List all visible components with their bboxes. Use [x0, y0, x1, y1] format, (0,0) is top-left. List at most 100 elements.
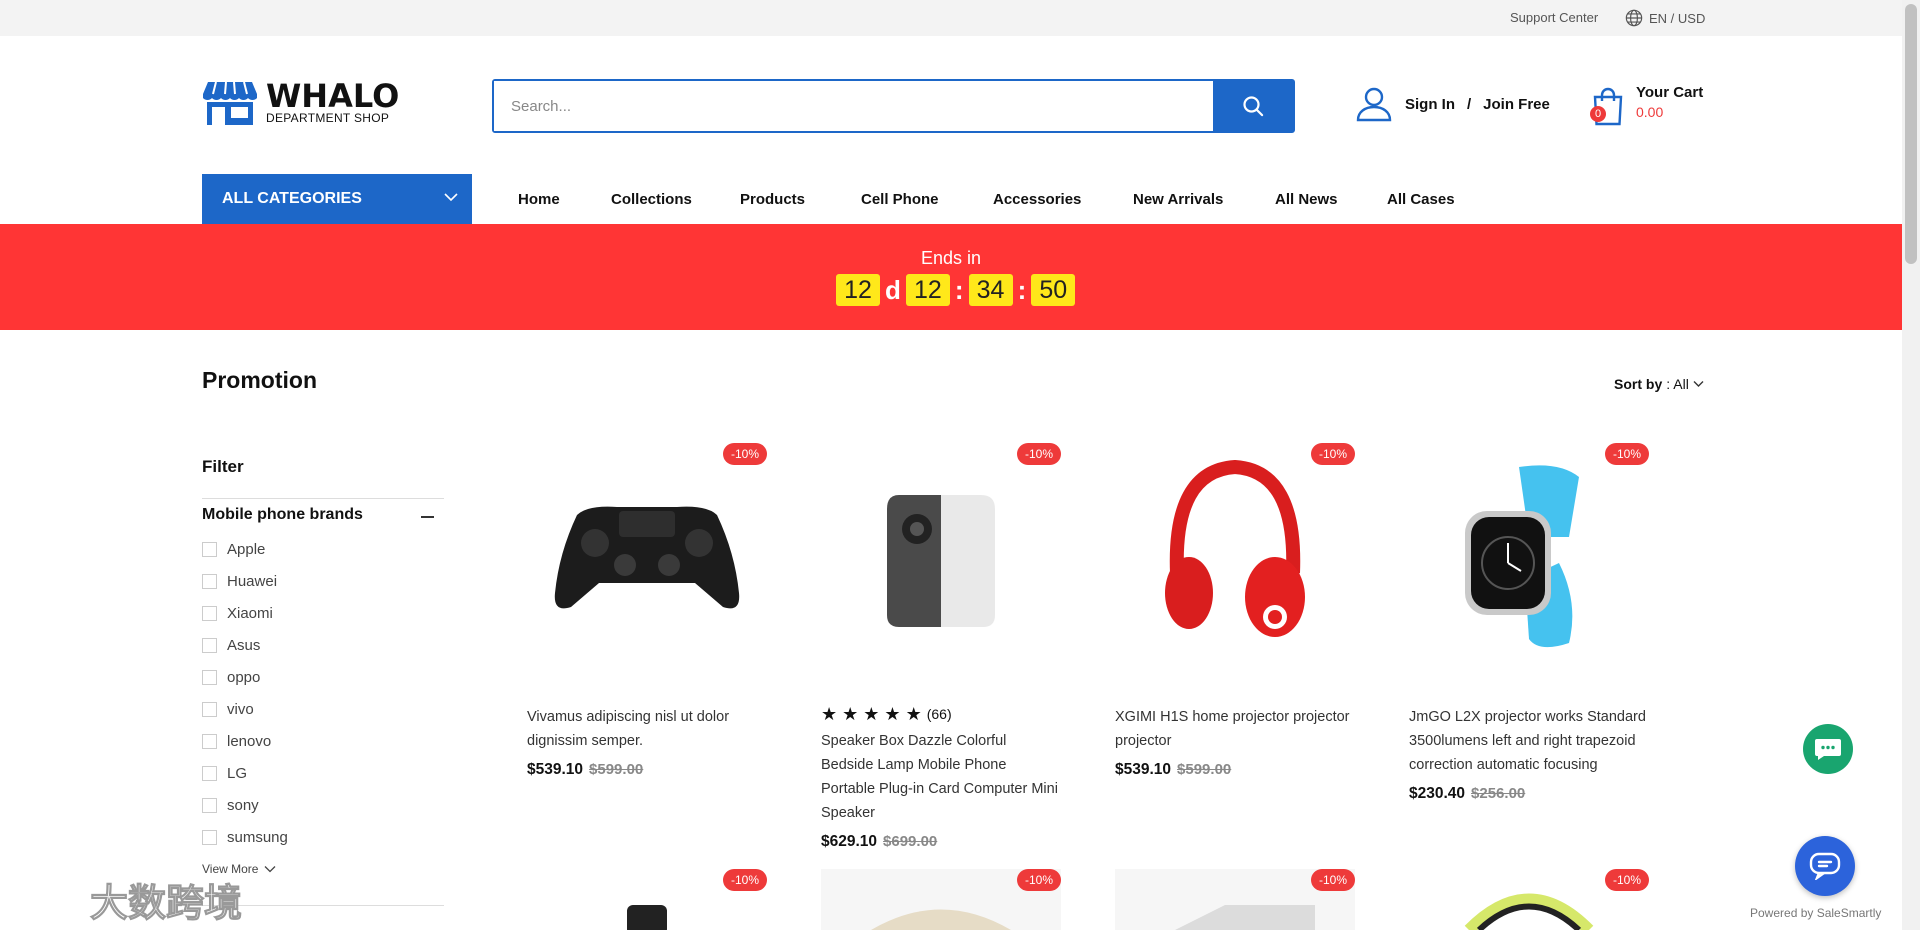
page-scrollbar[interactable] — [1902, 0, 1920, 930]
chevron-down-icon — [444, 193, 458, 202]
product-title[interactable]: JmGO L2X projector works Standard 3500lu… — [1409, 705, 1649, 777]
message-icon — [1809, 852, 1841, 880]
filter-option-asus[interactable]: Asus — [202, 637, 260, 654]
discount-badge: -10% — [1310, 869, 1355, 891]
countdown-seconds: 50 — [1031, 274, 1076, 306]
product-title[interactable]: Speaker Box Dazzle Colorful Bedside Lamp… — [821, 729, 1061, 825]
product-card[interactable]: -10% Vivamus adipiscing nisl ut dolor di… — [527, 443, 767, 779]
join-free-link[interactable]: Join Free — [1483, 96, 1550, 113]
countdown-minutes: 34 — [968, 274, 1013, 306]
checkbox[interactable] — [202, 702, 217, 717]
all-categories-button[interactable]: ALL CATEGORIES — [202, 174, 472, 224]
product-image[interactable]: -10% — [1115, 443, 1355, 693]
live-chat-button[interactable] — [1795, 836, 1855, 896]
nav-new-arrivals[interactable]: New Arrivals — [1133, 191, 1223, 208]
filter-option-lg[interactable]: LG — [202, 765, 247, 782]
filter-option-xiaomi[interactable]: Xiaomi — [202, 605, 273, 622]
filter-option-sumsung[interactable]: sumsung — [202, 829, 288, 846]
product-price: $230.40 $256.00 — [1409, 785, 1649, 803]
checkbox[interactable] — [202, 542, 217, 557]
filter-option-apple[interactable]: Apple — [202, 541, 265, 558]
product-card[interactable]: -10% ★ ★ ★ ★ ★ (66) Speaker Box Dazzle C… — [821, 443, 1061, 851]
site-logo[interactable]: WHALO DEPARTMENT SHOP — [202, 80, 399, 126]
checkbox[interactable] — [202, 670, 217, 685]
product-image[interactable]: -10% — [821, 869, 1061, 930]
nav-accessories[interactable]: Accessories — [993, 191, 1081, 208]
discount-badge: -10% — [1016, 869, 1061, 891]
product-image[interactable]: -10% — [1409, 443, 1649, 693]
discount-badge: -10% — [1310, 443, 1355, 465]
nav-all-news[interactable]: All News — [1275, 191, 1338, 208]
chat-button[interactable] — [1803, 724, 1853, 774]
scrollbar-thumb[interactable] — [1905, 4, 1917, 264]
filter-group-header[interactable]: Mobile phone brands — [202, 506, 442, 524]
product-card[interactable]: -10% — [1115, 869, 1355, 930]
discount-badge: -10% — [1016, 443, 1061, 465]
product-price: $539.10 $599.00 — [527, 761, 767, 779]
product-card[interactable]: -10% — [527, 869, 767, 930]
filter-option-label: lenovo — [227, 733, 272, 750]
product-title[interactable]: Vivamus adipiscing nisl ut dolor digniss… — [527, 705, 767, 753]
sale-price: $539.10 — [527, 761, 584, 778]
nav-products[interactable]: Products — [740, 191, 805, 208]
product-image[interactable]: -10% — [821, 443, 1061, 693]
countdown-separator: : — [1017, 274, 1027, 305]
filter-option-label: sumsung — [227, 829, 288, 846]
checkbox[interactable] — [202, 606, 217, 621]
nav-cell-phone[interactable]: Cell Phone — [861, 191, 939, 208]
checkbox[interactable] — [202, 638, 217, 653]
nav-collections[interactable]: Collections — [611, 191, 692, 208]
collapse-icon[interactable] — [421, 516, 434, 518]
user-icon — [1356, 87, 1392, 122]
product-image[interactable]: -10% — [527, 443, 767, 693]
nav-all-cases[interactable]: All Cases — [1387, 191, 1455, 208]
checkbox[interactable] — [202, 766, 217, 781]
product-image[interactable]: -10% — [1115, 869, 1355, 930]
product-image[interactable]: -10% — [527, 869, 767, 930]
chat-bubble-icon — [1815, 739, 1841, 760]
review-count: (66) — [926, 706, 952, 722]
cart-count-badge: 0 — [1590, 106, 1606, 122]
filter-option-vivo[interactable]: vivo — [202, 701, 254, 718]
support-center-link[interactable]: Support Center — [1510, 10, 1598, 25]
cart-label: Your Cart — [1636, 84, 1704, 101]
product-card[interactable]: -10% — [821, 869, 1061, 930]
countdown-label: Ends in — [920, 248, 982, 268]
product-card[interactable]: -10% — [1409, 869, 1649, 930]
sale-price: $629.10 — [821, 833, 878, 850]
sign-in-link[interactable]: Sign In — [1405, 96, 1455, 113]
account-separator: / — [1467, 95, 1472, 113]
watermark-text: 大数跨境 — [89, 883, 243, 926]
filter-option-label: LG — [227, 765, 248, 782]
star-icon: ★ — [863, 704, 880, 724]
filter-option-label: Apple — [227, 541, 266, 558]
original-price: $699.00 — [883, 833, 938, 850]
chevron-down-icon — [265, 866, 276, 873]
sort-dropdown[interactable]: Sort by : All — [1614, 376, 1704, 392]
all-categories-label: ALL CATEGORIES — [222, 190, 362, 207]
checkbox[interactable] — [202, 574, 217, 589]
checkbox[interactable] — [202, 798, 217, 813]
search-button[interactable] — [1213, 81, 1293, 131]
filter-option-label: Huawei — [227, 573, 278, 590]
watermark: 大数跨境 — [12, 872, 243, 927]
filter-option-oppo[interactable]: oppo — [202, 669, 260, 686]
cart-widget[interactable]: 0 Your Cart 0.00 — [1590, 84, 1703, 126]
checkbox[interactable] — [202, 734, 217, 749]
product-card[interactable]: -10% JmGO L2X projector works Standard 3… — [1409, 443, 1649, 803]
watermark-logo-icon — [17, 885, 80, 914]
smartwatch-image — [1465, 465, 1579, 648]
filter-option-lenovo[interactable]: lenovo — [202, 733, 271, 750]
checkbox[interactable] — [202, 830, 217, 845]
filter-option-sony[interactable]: sony — [202, 797, 259, 814]
nav-home[interactable]: Home — [518, 191, 560, 208]
product-title[interactable]: XGIMI H1S home projector projector proje… — [1115, 705, 1355, 753]
product-card[interactable]: -10% XGIMI H1S home projector projector … — [1115, 443, 1355, 779]
product-image[interactable]: -10% — [1409, 869, 1649, 930]
search-input[interactable] — [494, 81, 1213, 131]
language-label: EN / USD — [1649, 10, 1706, 26]
filter-option-huawei[interactable]: Huawei — [202, 573, 277, 590]
globe-icon — [1625, 9, 1643, 27]
language-currency-selector[interactable]: EN / USD — [1625, 9, 1705, 27]
page-title: Promotion — [202, 367, 317, 393]
